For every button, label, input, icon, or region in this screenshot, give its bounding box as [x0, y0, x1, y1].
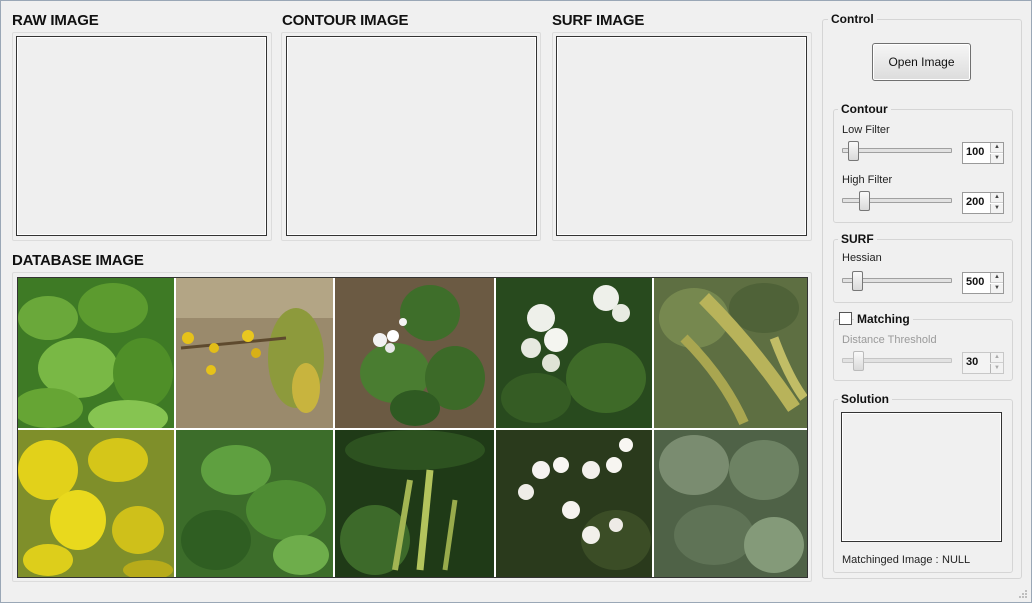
database-thumb-2[interactable]: [176, 278, 333, 428]
open-image-button[interactable]: Open Image: [872, 43, 971, 81]
database-thumb-9[interactable]: [496, 430, 652, 577]
hessian-spinner[interactable]: 500 ▲ ▼: [962, 272, 1004, 294]
spin-down-icon[interactable]: ▼: [990, 284, 1003, 293]
spin-down-icon[interactable]: ▼: [990, 204, 1003, 213]
low-filter-spinner[interactable]: 100 ▲ ▼: [962, 142, 1004, 164]
solution-image-box: [841, 412, 1002, 542]
low-filter-value: 100: [966, 146, 985, 158]
plant-green-spikes-image: [335, 430, 494, 577]
plant-maple-leaves-image: [176, 430, 333, 577]
database-image-title: DATABASE IMAGE: [12, 252, 144, 269]
hessian-slider-thumb[interactable]: [852, 271, 863, 291]
spin-up-icon[interactable]: ▲: [990, 353, 1003, 363]
control-group-title: Control: [828, 12, 877, 26]
surf-image-title: SURF IMAGE: [552, 12, 645, 29]
spin-down-icon[interactable]: ▼: [990, 364, 1003, 373]
contour-image-box: [286, 36, 537, 236]
plant-white-flower-cluster-image: [496, 278, 652, 428]
plant-white-flower-nettle-image: [335, 278, 494, 428]
spin-up-icon[interactable]: ▲: [990, 143, 1003, 153]
high-filter-spinner[interactable]: 200 ▲ ▼: [962, 192, 1004, 214]
plant-white-aster-image: [496, 430, 652, 577]
plant-seed-spikes-image: [654, 278, 807, 428]
distance-threshold-spinner[interactable]: 30 ▲ ▼: [962, 352, 1004, 374]
high-filter-value: 200: [966, 196, 985, 208]
resize-grip-icon[interactable]: [1018, 589, 1028, 599]
contour-group-title: Contour: [838, 102, 891, 116]
distance-threshold-label: Distance Threshold: [842, 334, 937, 346]
main-window: RAW IMAGE CONTOUR IMAGE SURF IMAGE DATAB…: [0, 0, 1032, 603]
matching-group-title: Matching: [854, 312, 913, 326]
plant-yellow-goldenrod-image: [18, 430, 174, 577]
raw-image-title: RAW IMAGE: [12, 12, 99, 29]
hessian-label: Hessian: [842, 252, 882, 264]
plant-green-leaves-image: [18, 278, 174, 428]
database-thumb-6[interactable]: [18, 430, 174, 577]
database-thumb-10[interactable]: [654, 430, 807, 577]
distance-threshold-value: 30: [966, 356, 979, 368]
database-image-grid: [17, 277, 808, 578]
low-filter-label: Low Filter: [842, 124, 890, 136]
raw-image-box: [16, 36, 267, 236]
database-thumb-1[interactable]: [18, 278, 174, 428]
plant-yellow-buds-image: [176, 278, 333, 428]
surf-image-box: [556, 36, 807, 236]
database-thumb-7[interactable]: [176, 430, 333, 577]
high-filter-slider-thumb[interactable]: [859, 191, 870, 211]
spin-down-icon[interactable]: ▼: [990, 154, 1003, 163]
contour-image-title: CONTOUR IMAGE: [282, 12, 409, 29]
low-filter-slider-thumb[interactable]: [848, 141, 859, 161]
database-thumb-4[interactable]: [496, 278, 652, 428]
surf-group-title: SURF: [838, 232, 877, 246]
database-thumb-5[interactable]: [654, 278, 807, 428]
database-thumb-3[interactable]: [335, 278, 494, 428]
spin-up-icon[interactable]: ▲: [990, 193, 1003, 203]
hessian-value: 500: [966, 276, 985, 288]
plant-leafy-shrub-image: [654, 430, 807, 577]
matched-image-value: NULL: [942, 554, 971, 566]
matching-checkbox[interactable]: [839, 312, 852, 325]
solution-group-title: Solution: [838, 392, 892, 406]
database-thumb-8[interactable]: [335, 430, 494, 577]
high-filter-label: High Filter: [842, 174, 893, 186]
distance-threshold-slider-thumb[interactable]: [853, 351, 864, 371]
matched-image-label: Matchinged Image :: [842, 554, 939, 566]
spin-up-icon[interactable]: ▲: [990, 273, 1003, 283]
